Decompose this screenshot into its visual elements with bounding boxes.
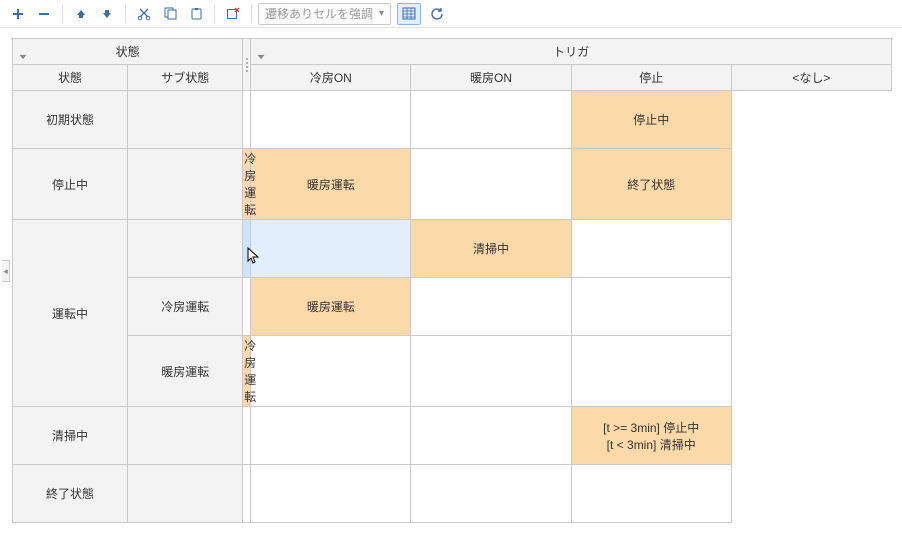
toolbar: 遷移ありセルを強調 ▾: [0, 0, 902, 28]
header-state-group: 状態: [116, 45, 140, 59]
transition-cell[interactable]: 暖房運転: [251, 149, 411, 220]
substate-cell[interactable]: [128, 407, 243, 465]
expand-state-icon[interactable]: [17, 45, 27, 55]
transition-cell[interactable]: 暖房運転: [251, 278, 411, 336]
copy-button[interactable]: [158, 3, 182, 25]
separator: [125, 5, 126, 23]
delete-content-button[interactable]: [221, 3, 245, 25]
transition-cell[interactable]: 清掃中: [411, 220, 571, 278]
transition-cell[interactable]: [251, 465, 411, 523]
substate-cell[interactable]: 暖房運転: [128, 336, 243, 407]
separator: [62, 5, 63, 23]
state-cell[interactable]: 初期状態: [13, 91, 128, 149]
transition-cell[interactable]: 冷房運転: [243, 336, 251, 407]
separator: [214, 5, 215, 23]
chevron-down-icon: ▾: [379, 8, 384, 19]
header-substate[interactable]: サブ状態: [128, 65, 243, 91]
header-trigger-2[interactable]: 停止: [571, 65, 731, 91]
transition-cell[interactable]: [411, 336, 571, 407]
state-cell[interactable]: 停止中: [13, 149, 128, 220]
transition-cell[interactable]: [243, 91, 251, 149]
column-splitter[interactable]: [243, 39, 251, 91]
left-expander[interactable]: ◂: [2, 260, 10, 282]
substate-cell[interactable]: [128, 220, 243, 278]
transition-cell[interactable]: [251, 407, 411, 465]
transition-cell[interactable]: [t >= 3min] 停止中[t < 3min] 清掃中: [571, 407, 731, 465]
header-trigger-3[interactable]: <なし>: [731, 65, 891, 91]
transition-cell[interactable]: 終了状態: [571, 149, 731, 220]
transition-cell[interactable]: [571, 336, 731, 407]
highlight-combo-label: 遷移ありセルを強調: [265, 5, 373, 22]
transition-cell[interactable]: [251, 220, 411, 278]
transition-cell[interactable]: [411, 407, 571, 465]
transition-cell[interactable]: [243, 407, 251, 465]
transition-cell[interactable]: 停止中: [571, 91, 731, 149]
state-cell[interactable]: 終了状態: [13, 465, 128, 523]
transition-cell[interactable]: [243, 220, 251, 278]
substate-cell[interactable]: [128, 91, 243, 149]
transition-cell[interactable]: [243, 465, 251, 523]
state-cell[interactable]: 運転中: [13, 220, 128, 407]
header-trigger-group: トリガ: [553, 45, 589, 59]
separator: [251, 5, 252, 23]
cursor-icon: [247, 247, 261, 265]
transition-cell[interactable]: [411, 149, 571, 220]
expand-trigger-icon[interactable]: [255, 45, 265, 55]
header-state[interactable]: 状態: [13, 65, 128, 91]
move-down-button[interactable]: [95, 3, 119, 25]
substate-cell[interactable]: 冷房運転: [128, 278, 243, 336]
transition-cell[interactable]: [411, 91, 571, 149]
paste-button[interactable]: [184, 3, 208, 25]
transition-cell[interactable]: [251, 91, 411, 149]
state-transition-table[interactable]: 状態 トリガ 状態 サブ状態 冷房ON 暖房ON 停止 <なし> 初期状態停止中…: [12, 38, 892, 523]
substate-cell[interactable]: [128, 465, 243, 523]
refresh-button[interactable]: [425, 3, 449, 25]
transition-cell[interactable]: [571, 220, 731, 278]
highlight-combo[interactable]: 遷移ありセルを強調 ▾: [258, 3, 391, 25]
transition-cell[interactable]: 冷房運転: [243, 149, 251, 220]
transition-cell[interactable]: [571, 465, 731, 523]
substate-cell[interactable]: [128, 149, 243, 220]
transition-cell[interactable]: [571, 278, 731, 336]
transition-cell[interactable]: [411, 278, 571, 336]
header-trigger-1[interactable]: 暖房ON: [411, 65, 571, 91]
transition-cell[interactable]: [243, 278, 251, 336]
cut-button[interactable]: [132, 3, 156, 25]
add-button[interactable]: [6, 3, 30, 25]
state-cell[interactable]: 清掃中: [13, 407, 128, 465]
transition-cell[interactable]: [411, 465, 571, 523]
move-up-button[interactable]: [69, 3, 93, 25]
remove-button[interactable]: [32, 3, 56, 25]
grid-view-button[interactable]: [397, 3, 421, 25]
header-trigger-0[interactable]: 冷房ON: [251, 65, 411, 91]
transition-cell[interactable]: [251, 336, 411, 407]
state-transition-table-wrap: 状態 トリガ 状態 サブ状態 冷房ON 暖房ON 停止 <なし> 初期状態停止中…: [0, 28, 902, 533]
